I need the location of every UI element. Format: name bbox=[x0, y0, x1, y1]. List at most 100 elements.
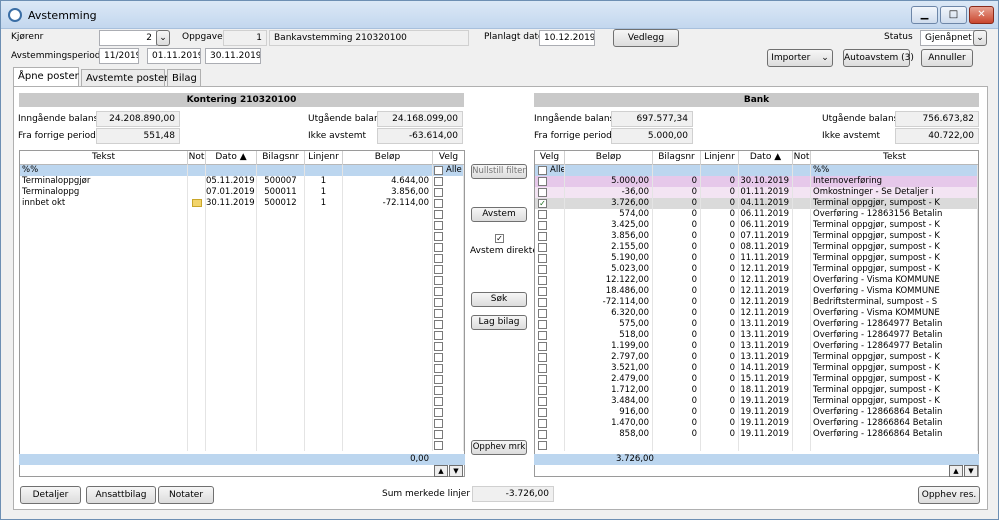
velg-checkbox[interactable] bbox=[538, 430, 547, 439]
table-row[interactable] bbox=[20, 209, 464, 220]
chevron-down-icon[interactable]: ⌄ bbox=[156, 30, 170, 46]
velg-checkbox[interactable] bbox=[434, 408, 443, 417]
minimize-button[interactable]: ▁ bbox=[911, 6, 938, 24]
tab-bilag[interactable]: Bilag bbox=[167, 69, 201, 87]
col-tekst[interactable]: Tekst bbox=[811, 151, 978, 165]
col-not[interactable]: Not bbox=[793, 151, 811, 165]
velg-checkbox[interactable] bbox=[434, 276, 443, 285]
velg-checkbox[interactable] bbox=[434, 320, 443, 329]
velg-checkbox[interactable] bbox=[538, 386, 547, 395]
filter-row[interactable]: Alle%% bbox=[535, 165, 978, 176]
velg-checkbox[interactable] bbox=[434, 430, 443, 439]
right-grid[interactable]: Velg Beløp Bilagsnr Linjenr Dato ▲ Not T… bbox=[534, 150, 979, 477]
opphev-mrk-button[interactable]: Opphev mrk bbox=[471, 440, 527, 455]
close-button[interactable]: ✕ bbox=[969, 6, 994, 24]
table-row[interactable] bbox=[20, 352, 464, 363]
table-row[interactable]: -72.114,00 0 0 12.11.2019 Bedriftsterminal, … bbox=[535, 297, 978, 308]
velg-checkbox[interactable] bbox=[434, 331, 443, 340]
table-row[interactable] bbox=[20, 418, 464, 429]
table-row[interactable] bbox=[20, 286, 464, 297]
velg-checkbox[interactable] bbox=[538, 254, 547, 263]
table-row[interactable] bbox=[20, 308, 464, 319]
note-icon[interactable] bbox=[191, 199, 202, 207]
col-belop[interactable]: Beløp bbox=[565, 151, 653, 165]
left-grid[interactable]: Tekst Not Dato ▲ Bilagsnr Linjenr Beløp … bbox=[19, 150, 465, 477]
table-row[interactable] bbox=[535, 440, 978, 451]
velg-checkbox[interactable] bbox=[538, 309, 547, 318]
opphev-res-button[interactable]: Opphev res. bbox=[918, 486, 980, 504]
alle-checkbox[interactable] bbox=[538, 166, 547, 175]
col-bilagsnr[interactable]: Bilagsnr bbox=[257, 151, 305, 165]
velg-checkbox[interactable] bbox=[434, 210, 443, 219]
col-dato[interactable]: Dato ▲ bbox=[206, 151, 257, 165]
velg-checkbox[interactable] bbox=[434, 375, 443, 384]
velg-checkbox[interactable] bbox=[538, 287, 547, 296]
table-row[interactable]: 6.320,00 0 0 12.11.2019 Overføring - Visma K… bbox=[535, 308, 978, 319]
lag-bilag-button[interactable]: Lag bilag bbox=[471, 315, 527, 330]
col-tekst[interactable]: Tekst bbox=[20, 151, 188, 165]
detaljer-button[interactable]: Detaljer bbox=[20, 486, 81, 504]
velg-checkbox[interactable] bbox=[434, 188, 443, 197]
table-row[interactable]: 858,00 0 0 19.11.2019 Overføring - 12866864 … bbox=[535, 429, 978, 440]
scroll-up-icon[interactable]: ▲ bbox=[434, 465, 448, 477]
status-chevron-down-icon[interactable]: ⌄ bbox=[973, 30, 987, 46]
table-row[interactable]: 3.856,00 0 0 07.11.2019 Terminal oppgjør, su… bbox=[535, 231, 978, 242]
velg-checkbox[interactable] bbox=[434, 254, 443, 263]
table-row[interactable] bbox=[20, 385, 464, 396]
velg-checkbox[interactable] bbox=[538, 375, 547, 384]
table-row[interactable]: 5.000,00 0 0 30.10.2019 Internoverføring bbox=[535, 176, 978, 187]
table-row[interactable]: 1.470,00 0 0 19.11.2019 Overføring - 1286686… bbox=[535, 418, 978, 429]
table-row[interactable]: 3.521,00 0 0 14.11.2019 Terminal oppgjør, su… bbox=[535, 363, 978, 374]
velg-checkbox[interactable] bbox=[434, 287, 443, 296]
velg-checkbox[interactable] bbox=[434, 441, 443, 450]
table-row[interactable] bbox=[20, 231, 464, 242]
velg-checkbox[interactable] bbox=[538, 331, 547, 340]
velg-checkbox[interactable] bbox=[538, 408, 547, 417]
importer-button[interactable]: Importer ⌄ bbox=[767, 49, 833, 67]
col-velg[interactable]: Velg bbox=[433, 151, 464, 165]
velg-checkbox[interactable] bbox=[538, 232, 547, 241]
table-row[interactable]: 5.023,00 0 0 12.11.2019 Terminal oppgjør, su… bbox=[535, 264, 978, 275]
table-row[interactable] bbox=[20, 253, 464, 264]
table-row[interactable] bbox=[20, 242, 464, 253]
velg-checkbox[interactable] bbox=[434, 177, 443, 186]
col-velg[interactable]: Velg bbox=[535, 151, 565, 165]
table-row[interactable] bbox=[20, 440, 464, 451]
table-row[interactable]: ✓ 3.726,00 0 0 04.11.2019 Terminal oppgjør, s… bbox=[535, 198, 978, 209]
autoavstem-button[interactable]: Autoavstem (3) bbox=[843, 49, 914, 67]
maximize-button[interactable]: □ bbox=[940, 6, 967, 24]
velg-checkbox[interactable] bbox=[434, 309, 443, 318]
fra-dato-field[interactable]: 01.11.2019 bbox=[147, 48, 201, 64]
velg-checkbox[interactable] bbox=[434, 386, 443, 395]
tab-avstemte-poster[interactable]: Avstemte poster bbox=[81, 69, 168, 87]
table-row[interactable]: 574,00 0 0 06.11.2019 Overføring - 12863156 … bbox=[535, 209, 978, 220]
velg-checkbox[interactable] bbox=[538, 353, 547, 362]
table-row[interactable]: 3.484,00 0 0 19.11.2019 Terminal oppgjør, su… bbox=[535, 396, 978, 407]
filter-row[interactable]: %% Alle bbox=[20, 165, 464, 176]
velg-checkbox[interactable] bbox=[538, 188, 547, 197]
col-linjenr[interactable]: Linjenr bbox=[701, 151, 739, 165]
table-row[interactable] bbox=[20, 297, 464, 308]
scroll-down-icon[interactable]: ▼ bbox=[449, 465, 463, 477]
table-row[interactable]: 575,00 0 0 13.11.2019 Overføring - 12864977 … bbox=[535, 319, 978, 330]
right-scroll-down-icon[interactable]: ▼ bbox=[964, 465, 978, 477]
velg-checkbox[interactable]: ✓ bbox=[538, 199, 547, 208]
table-row[interactable]: 916,00 0 0 19.11.2019 Overføring - 12866864 … bbox=[535, 407, 978, 418]
velg-checkbox[interactable] bbox=[434, 232, 443, 241]
table-row[interactable] bbox=[20, 374, 464, 385]
status-select[interactable]: Gjenåpnet bbox=[920, 30, 978, 46]
col-belop[interactable]: Beløp bbox=[343, 151, 433, 165]
vedlegg-button[interactable]: Vedlegg bbox=[613, 29, 679, 47]
table-row[interactable]: 2.479,00 0 0 15.11.2019 Terminal oppgjør, su… bbox=[535, 374, 978, 385]
avstem-button[interactable]: Avstem bbox=[471, 207, 527, 222]
table-row[interactable]: 518,00 0 0 13.11.2019 Overføring - 12864977 … bbox=[535, 330, 978, 341]
table-row[interactable]: Terminaloppgjør 05.11.2019 500007 1 4.644,00 bbox=[20, 176, 464, 187]
table-row[interactable]: 2.797,00 0 0 13.11.2019 Terminal oppgjør, su… bbox=[535, 352, 978, 363]
velg-checkbox[interactable] bbox=[434, 298, 443, 307]
table-row[interactable]: 1.712,00 0 0 18.11.2019 Terminal oppgjør, su… bbox=[535, 385, 978, 396]
annuller-button[interactable]: Annuller bbox=[921, 49, 973, 67]
table-row[interactable]: 3.425,00 0 0 06.11.2019 Terminal oppgjør, su… bbox=[535, 220, 978, 231]
table-row[interactable] bbox=[20, 264, 464, 275]
velg-checkbox[interactable] bbox=[538, 419, 547, 428]
velg-checkbox[interactable] bbox=[538, 342, 547, 351]
